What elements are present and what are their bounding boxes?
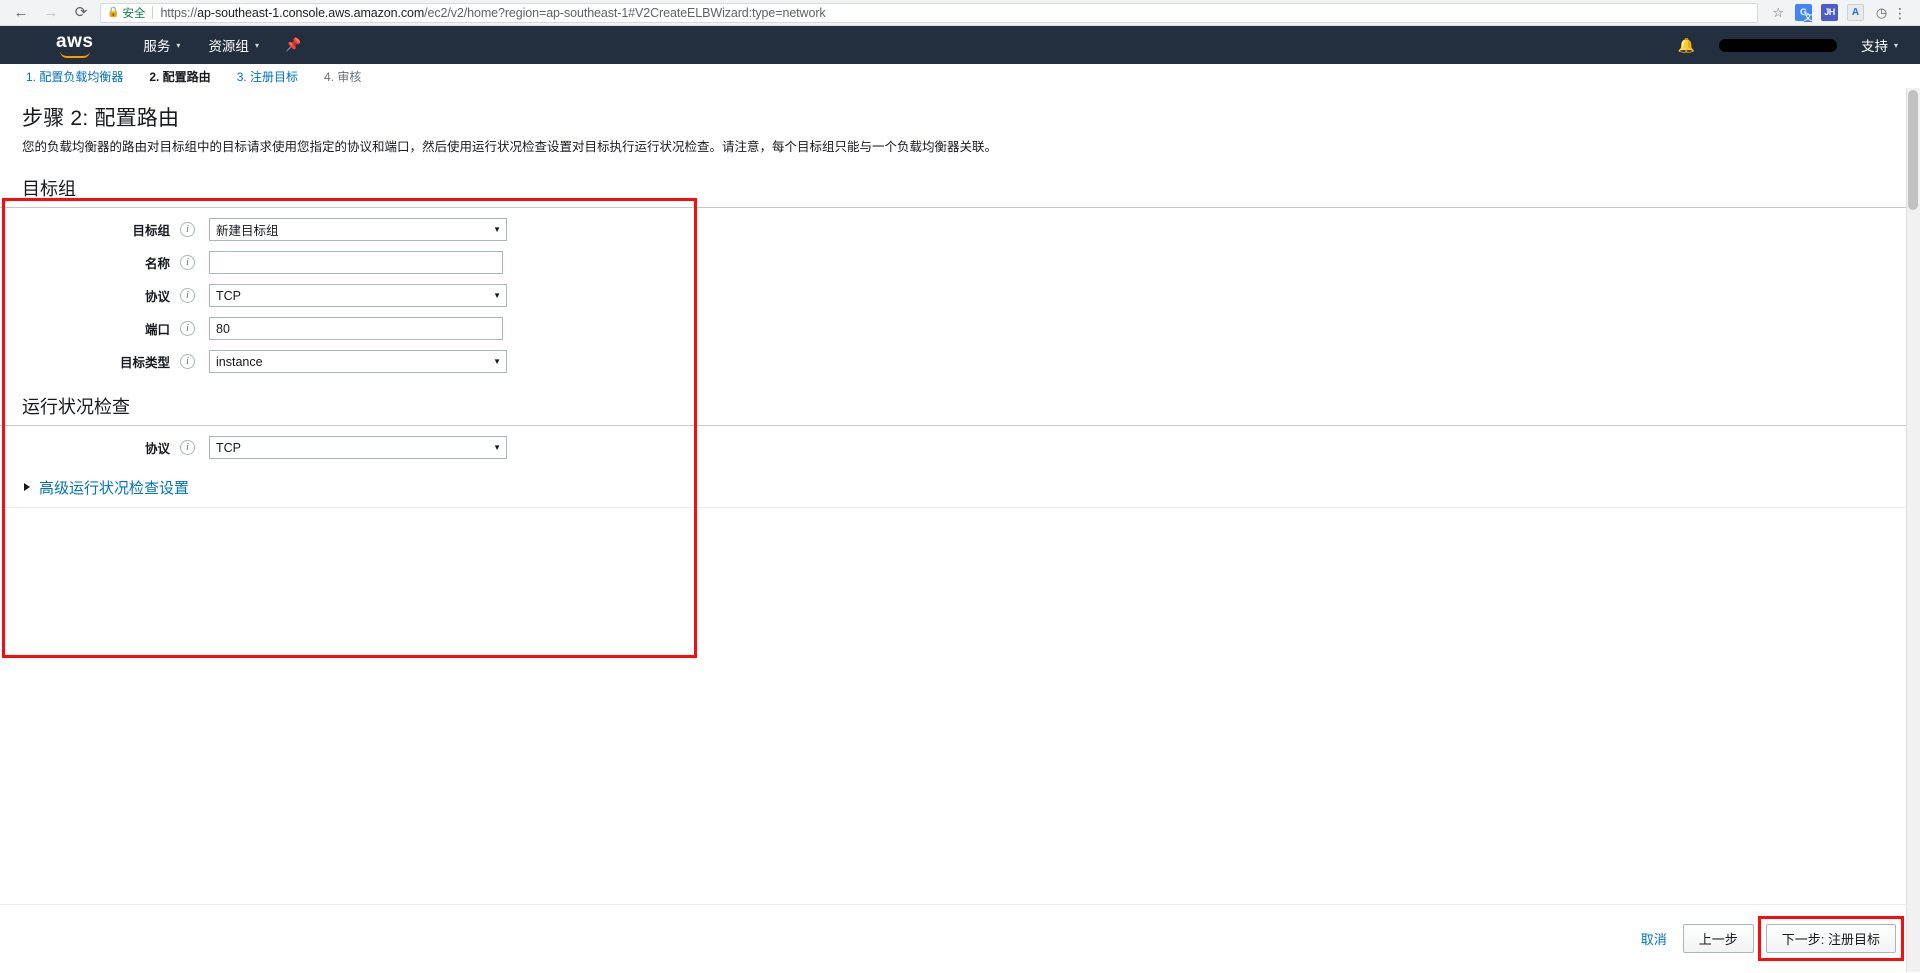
browser-menu-icon[interactable]: ⋮ xyxy=(1890,6,1912,20)
jh-extension-icon[interactable]: JH xyxy=(1821,4,1838,21)
name-input[interactable] xyxy=(209,251,503,275)
chevron-down-icon: ▼ xyxy=(493,225,501,235)
reload-icon[interactable]: ⟳ xyxy=(68,2,94,24)
field-control-port: 80 xyxy=(209,317,503,341)
info-icon[interactable]: i xyxy=(180,440,195,456)
field-control-protocol: TCP ▼ xyxy=(209,284,507,308)
browser-extensions: G JH A ◷ xyxy=(1786,4,1890,22)
aws-logo-smile-icon xyxy=(59,51,90,58)
chevron-down-icon: ▼ xyxy=(493,443,501,453)
protocol-select-value: TCP xyxy=(216,288,241,303)
nav-support-label: 支持 xyxy=(1860,39,1888,54)
main-content: 步骤 2: 配置路由 您的负载均衡器的路由对目标组中的目标请求使用您指定的协议和… xyxy=(0,88,1920,972)
wizard-footer: 取消 上一步 下一步: 注册目标 xyxy=(0,904,1920,972)
field-row-port: 端口 i 80 xyxy=(0,316,1920,342)
field-label-port: 端口 xyxy=(144,323,170,338)
url-path: /ec2/v2/home?region=ap-southeast-1#V2Cre… xyxy=(424,5,826,20)
nav-support[interactable]: 支持 ▾ xyxy=(1847,26,1902,64)
advanced-health-check-settings-label: 高级运行状况检查设置 xyxy=(39,479,190,497)
field-label-target-type: 目标类型 xyxy=(119,356,170,371)
target-type-select[interactable]: instance ▼ xyxy=(209,350,507,374)
wizard-step-tabs: 1. 配置负载均衡器 2. 配置路由 3. 注册目标 4. 审核 xyxy=(0,64,1920,88)
wizard-footer-actions: 取消 上一步 下一步: 注册目标 xyxy=(0,905,1920,972)
target-type-select-value: instance xyxy=(216,354,263,369)
target-group-select-value: 新建目标组 xyxy=(216,224,279,239)
field-row-name: 名称 i xyxy=(0,250,1920,276)
url-scheme: https:// xyxy=(160,5,198,20)
url-host: ap-southeast-1.console.aws.amazon.com xyxy=(197,5,425,20)
next-register-targets-button[interactable]: 下一步: 注册目标 xyxy=(1765,924,1896,953)
back-icon[interactable]: ← xyxy=(8,2,34,24)
info-icon[interactable]: i xyxy=(180,255,195,271)
aws-logo-text: aws xyxy=(56,31,94,52)
url-text: https://ap-southeast-1.console.aws.amazo… xyxy=(160,6,825,20)
protocol-select[interactable]: TCP ▼ xyxy=(209,284,507,308)
info-icon[interactable]: i xyxy=(180,288,195,304)
field-row-target-type: 目标类型 i instance ▼ xyxy=(0,349,1920,375)
field-control-health-check-protocol: TCP ▼ xyxy=(209,436,507,460)
step-tab-register-targets[interactable]: 3. 注册目标 xyxy=(237,68,298,85)
notifications-bell-icon[interactable]: 🔔 xyxy=(1664,37,1709,54)
page-description: 您的负载均衡器的路由对目标组中的目标请求使用您指定的协议和端口，然后使用运行状况… xyxy=(22,140,998,154)
document-scanner-icon[interactable]: A xyxy=(1847,4,1864,21)
health-check-protocol-select-value: TCP xyxy=(216,440,241,455)
info-icon[interactable]: i xyxy=(180,354,195,370)
nav-resource-groups[interactable]: 资源组 ▾ xyxy=(194,26,273,64)
field-control-target-group: 新建目标组 ▼ xyxy=(209,218,507,242)
section-divider xyxy=(0,206,1920,208)
account-name-redacted[interactable] xyxy=(1718,38,1837,52)
chevron-down-icon: ▼ xyxy=(493,357,501,367)
browser-nav-buttons: ← → ⟳ xyxy=(8,2,94,24)
field-control-target-type: instance ▼ xyxy=(209,350,507,374)
chevron-down-icon: ▾ xyxy=(254,40,259,50)
field-row-protocol: 协议 i TCP ▼ xyxy=(0,283,1920,309)
step-tab-review[interactable]: 4. 审核 xyxy=(324,68,361,85)
aws-logo[interactable]: aws xyxy=(56,32,93,58)
chevron-down-icon: ▾ xyxy=(176,40,181,50)
field-label-target-group: 目标组 xyxy=(132,224,170,239)
field-label-protocol: 协议 xyxy=(144,290,170,305)
previous-button[interactable]: 上一步 xyxy=(1682,924,1754,953)
google-translate-icon[interactable]: G xyxy=(1795,4,1812,22)
health-check-protocol-select[interactable]: TCP ▼ xyxy=(209,436,507,460)
omnibox-divider xyxy=(152,6,154,19)
nav-services[interactable]: 服务 ▾ xyxy=(129,26,194,64)
bookmark-star-icon[interactable]: ☆ xyxy=(1772,5,1784,21)
port-input-value: 80 xyxy=(216,321,230,336)
screen-recorder-icon[interactable]: ◷ xyxy=(1873,4,1890,21)
lock-icon: 🔒 xyxy=(107,6,120,18)
browser-toolbar: ← → ⟳ 🔒 安全 https://ap-southeast-1.consol… xyxy=(0,0,1920,26)
section-heading-target-group: 目标组 xyxy=(22,178,76,199)
secure-label: 安全 xyxy=(122,7,146,20)
nav-services-label: 服务 xyxy=(143,39,171,54)
page-scrollbar-thumb[interactable] xyxy=(1908,90,1918,210)
pin-icon[interactable]: 📌 xyxy=(273,37,313,53)
info-icon[interactable]: i xyxy=(180,321,195,337)
field-row-target-group: 目标组 i 新建目标组 ▼ xyxy=(0,217,1920,243)
page-title: 步骤 2: 配置路由 xyxy=(22,107,180,130)
field-label-name: 名称 xyxy=(144,257,170,272)
step-tab-configure-routing[interactable]: 2. 配置路由 xyxy=(149,68,210,85)
port-input[interactable]: 80 xyxy=(209,317,503,341)
step-tab-configure-load-balancer[interactable]: 1. 配置负载均衡器 xyxy=(26,68,123,85)
section-divider xyxy=(0,424,1920,426)
field-row-health-check-protocol: 协议 i TCP ▼ xyxy=(0,435,1920,461)
chevron-right-icon xyxy=(24,483,30,492)
info-icon[interactable]: i xyxy=(180,222,195,238)
page-scrollbar-track[interactable] xyxy=(1906,88,1920,972)
nav-resource-groups-label: 资源组 xyxy=(208,39,249,54)
field-control-name xyxy=(209,251,503,275)
target-group-select[interactable]: 新建目标组 ▼ xyxy=(209,218,507,242)
next-button-wrapper: 下一步: 注册目标 xyxy=(1757,916,1904,961)
forward-icon[interactable]: → xyxy=(38,2,64,24)
chevron-down-icon: ▾ xyxy=(1893,40,1898,50)
field-label-health-check-protocol: 协议 xyxy=(144,442,170,457)
advanced-settings-divider xyxy=(0,506,1920,508)
chevron-down-icon: ▼ xyxy=(493,291,501,301)
section-heading-health-check: 运行状况检查 xyxy=(22,396,130,417)
address-bar[interactable]: 🔒 安全 https://ap-southeast-1.console.aws.… xyxy=(100,2,1759,23)
advanced-health-check-settings-toggle[interactable]: 高级运行状况检查设置 xyxy=(0,461,1920,507)
aws-top-navigation: aws 服务 ▾ 资源组 ▾ 📌 🔔 支持 ▾ xyxy=(0,26,1920,64)
cancel-button[interactable]: 取消 xyxy=(1637,929,1671,948)
